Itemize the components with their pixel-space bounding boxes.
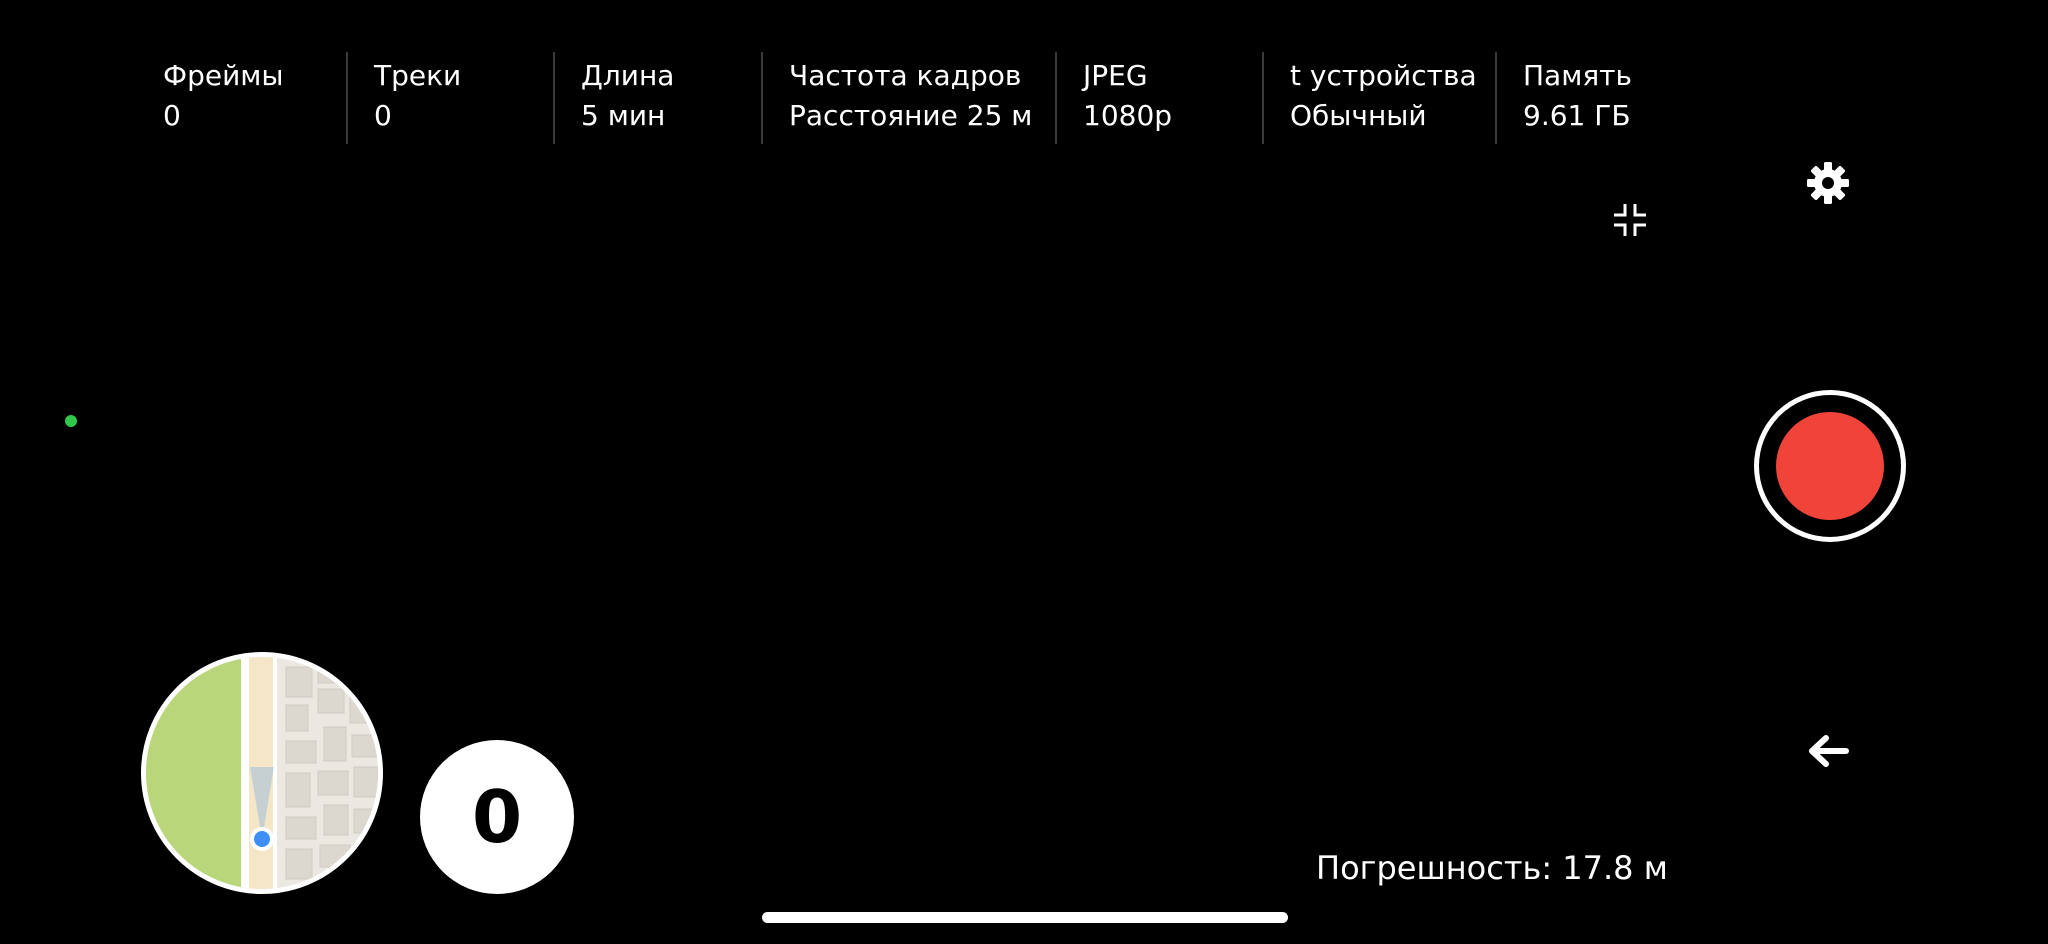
stat-tracks: Треки 0 — [346, 52, 553, 144]
stat-length-value: 5 мин — [581, 99, 666, 132]
map-tiles — [146, 657, 378, 889]
stat-format: JPEG 1080p — [1055, 52, 1262, 144]
exit-fullscreen-icon — [1614, 204, 1646, 236]
stat-length: Длина 5 мин — [553, 52, 761, 144]
stat-frame-rate-label: Частота кадров — [789, 59, 1022, 92]
stat-frame-rate: Частота кадров Расстояние 25 м — [761, 52, 1055, 144]
stat-format-label: JPEG — [1083, 59, 1148, 92]
back-button[interactable] — [1800, 725, 1856, 777]
gps-accuracy: Погрешность: 17.8 м — [1316, 848, 1668, 888]
settings-button[interactable] — [1800, 155, 1856, 211]
exit-fullscreen-button[interactable] — [1608, 198, 1652, 242]
stat-frames: Фреймы 0 — [137, 52, 346, 144]
stat-format-value: 1080p — [1083, 99, 1173, 132]
stat-length-label: Длина — [581, 59, 675, 92]
stat-memory: Память 9.61 ГБ — [1495, 52, 1685, 144]
stat-memory-value: 9.61 ГБ — [1523, 99, 1631, 132]
stat-device-temp: t устройства Обычный — [1262, 52, 1495, 144]
accuracy-value: 17.8 м — [1562, 849, 1668, 887]
record-button-core — [1776, 412, 1884, 520]
stat-frames-value: 0 — [163, 99, 181, 132]
record-button[interactable] — [1754, 390, 1906, 542]
stat-frames-label: Фреймы — [163, 59, 284, 92]
stat-device-temp-label: t устройства — [1290, 59, 1477, 92]
stats-bar: Фреймы 0 Треки 0 Длина 5 мин Частота кад… — [137, 52, 1685, 144]
stat-tracks-label: Треки — [374, 59, 462, 92]
photo-counter: 0 — [420, 740, 574, 894]
stat-tracks-value: 0 — [374, 99, 392, 132]
stat-memory-label: Память — [1523, 59, 1632, 92]
gps-status-indicator — [65, 415, 77, 427]
mini-map[interactable] — [141, 652, 383, 894]
stat-device-temp-value: Обычный — [1290, 99, 1427, 132]
arrow-left-icon — [1809, 735, 1849, 767]
camera-recording-screen: Фреймы 0 Треки 0 Длина 5 мин Частота кад… — [0, 0, 2048, 944]
stat-frame-rate-value: Расстояние 25 м — [789, 99, 1033, 132]
home-indicator[interactable] — [762, 912, 1288, 923]
accuracy-label: Погрешность: — [1316, 849, 1553, 887]
gear-icon — [1807, 162, 1849, 204]
